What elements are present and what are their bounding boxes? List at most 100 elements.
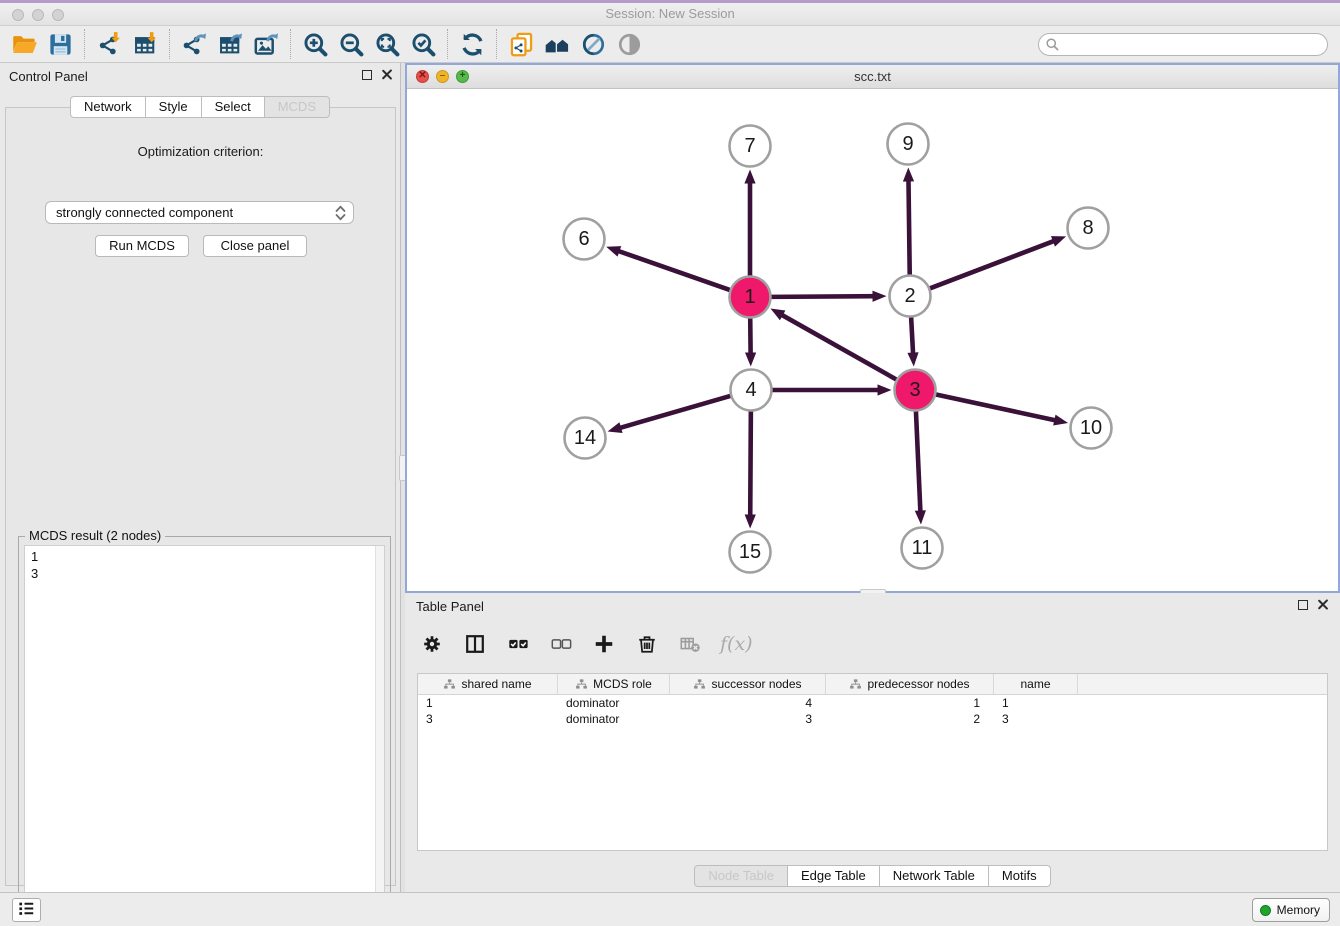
edge-1-6[interactable] <box>606 246 730 290</box>
save-session-button[interactable] <box>42 29 78 59</box>
cell-shared-name[interactable]: 3 <box>418 711 558 727</box>
delete-columns-button[interactable] <box>634 631 660 657</box>
network-graph[interactable]: 7 9 6 8 1 2 4 3 14 10 15 11 <box>407 89 1338 591</box>
tab-network[interactable]: Network <box>70 96 146 118</box>
edge-2-3[interactable] <box>907 317 918 366</box>
zoom-in-button[interactable] <box>297 29 333 59</box>
column-header-successor-nodes[interactable]: successor nodes <box>670 674 826 694</box>
node-14[interactable]: 14 <box>565 418 606 459</box>
tab-select[interactable]: Select <box>202 96 265 118</box>
unselect-all-columns-button[interactable] <box>548 631 574 657</box>
open-session-icon <box>11 31 38 58</box>
show-columns-button[interactable] <box>462 631 488 657</box>
node-label: 14 <box>574 427 596 449</box>
network-canvas[interactable]: 7 9 6 8 1 2 4 3 14 10 15 11 <box>407 89 1338 591</box>
edge-3-1[interactable] <box>770 309 896 380</box>
node-15[interactable]: 15 <box>730 532 771 573</box>
show-details-button <box>611 29 647 59</box>
create-column-button[interactable] <box>591 631 617 657</box>
cell-predecessor-nodes[interactable]: 1 <box>826 695 994 711</box>
float-panel-icon[interactable] <box>362 70 372 80</box>
tab-motifs[interactable]: Motifs <box>989 865 1051 887</box>
column-header-name[interactable]: name <box>994 674 1078 694</box>
edge-1-4[interactable] <box>745 318 756 366</box>
mcds-panel: Optimization criterion: strongly connect… <box>5 107 396 886</box>
select-all-columns-button[interactable] <box>505 631 531 657</box>
node-label: 7 <box>744 135 755 157</box>
export-table-button[interactable] <box>212 29 248 59</box>
clone-network-icon <box>508 31 535 58</box>
column-header-MCDS-role[interactable]: MCDS role <box>558 674 670 694</box>
import-network-button[interactable] <box>91 29 127 59</box>
zoom-selected-icon <box>410 31 437 58</box>
edge-4-14[interactable] <box>608 396 731 433</box>
search-input[interactable] <box>1038 33 1328 56</box>
node-3[interactable]: 3 <box>895 370 936 411</box>
close-panel-icon[interactable] <box>381 69 392 80</box>
table-tabs: Node TableEdge TableNetwork TableMotifs <box>405 865 1340 887</box>
app-title: Session: New Session <box>0 6 1340 21</box>
zoom-selected-button[interactable] <box>405 29 441 59</box>
run-mcds-button[interactable]: Run MCDS <box>95 235 189 257</box>
node-8[interactable]: 8 <box>1068 208 1109 249</box>
table-options-gear-button[interactable] <box>419 631 445 657</box>
search-icon <box>1045 37 1060 57</box>
tab-node-table[interactable]: Node Table <box>694 865 788 887</box>
node-4[interactable]: 4 <box>731 370 772 411</box>
open-session-button[interactable] <box>6 29 42 59</box>
export-image-button[interactable] <box>248 29 284 59</box>
network-overview-button[interactable] <box>539 29 575 59</box>
node-7[interactable]: 7 <box>730 126 771 167</box>
import-table-button[interactable] <box>127 29 163 59</box>
cell-shared-name[interactable]: 1 <box>418 695 558 711</box>
node-2[interactable]: 2 <box>890 276 931 317</box>
export-network-button[interactable] <box>176 29 212 59</box>
tab-mcds[interactable]: MCDS <box>265 96 330 118</box>
refresh-button[interactable] <box>454 29 490 59</box>
node-label: 4 <box>745 379 756 401</box>
close-table-panel-icon[interactable] <box>1317 599 1328 610</box>
cell-name[interactable]: 3 <box>994 711 1078 727</box>
close-panel-button[interactable]: Close panel <box>203 235 307 257</box>
cell-name[interactable]: 1 <box>994 695 1078 711</box>
result-scrollbar[interactable] <box>375 546 384 911</box>
node-11[interactable]: 11 <box>902 528 943 569</box>
edge-4-3[interactable] <box>773 384 892 395</box>
cell-successor-nodes[interactable]: 3 <box>670 711 826 727</box>
hide-details-button[interactable] <box>575 29 611 59</box>
node-1[interactable]: 1 <box>730 277 771 318</box>
edge-3-11[interactable] <box>915 411 926 524</box>
node-table[interactable]: shared nameMCDS rolesuccessor nodesprede… <box>417 673 1328 851</box>
clone-network-button[interactable] <box>503 29 539 59</box>
edge-2-8[interactable] <box>930 236 1066 288</box>
zoom-out-button[interactable] <box>333 29 369 59</box>
edge-1-2[interactable] <box>771 291 886 302</box>
edge-2-9[interactable] <box>903 167 914 274</box>
tab-network-table[interactable]: Network Table <box>880 865 989 887</box>
column-header-shared-name[interactable]: shared name <box>418 674 558 694</box>
node-9[interactable]: 9 <box>888 124 929 165</box>
edge-1-7[interactable] <box>744 170 755 276</box>
optimization-criterion-select[interactable]: strongly connected component <box>45 201 354 224</box>
memory-button[interactable]: Memory <box>1252 898 1330 922</box>
edge-4-15[interactable] <box>745 411 756 528</box>
save-session-icon <box>47 31 74 58</box>
node-10[interactable]: 10 <box>1071 408 1112 449</box>
cell-MCDS-role[interactable]: dominator <box>558 711 670 727</box>
task-history-button[interactable] <box>12 898 41 922</box>
tab-style[interactable]: Style <box>146 96 202 118</box>
mcds-result-textarea[interactable]: 1 3 <box>24 545 385 912</box>
node-label: 9 <box>902 133 913 155</box>
network-window-titlebar[interactable]: ✕ – + scc.txt <box>407 65 1338 89</box>
column-header-predecessor-nodes[interactable]: predecessor nodes <box>826 674 994 694</box>
node-6[interactable]: 6 <box>564 219 605 260</box>
edge-3-10[interactable] <box>936 395 1068 426</box>
cell-predecessor-nodes[interactable]: 2 <box>826 711 994 727</box>
table-row[interactable]: 3dominator323 <box>418 711 1327 727</box>
float-table-panel-icon[interactable] <box>1298 600 1308 610</box>
cell-successor-nodes[interactable]: 4 <box>670 695 826 711</box>
tab-edge-table[interactable]: Edge Table <box>788 865 880 887</box>
zoom-fit-button[interactable] <box>369 29 405 59</box>
cell-MCDS-role[interactable]: dominator <box>558 695 670 711</box>
table-row[interactable]: 1dominator411 <box>418 695 1327 711</box>
